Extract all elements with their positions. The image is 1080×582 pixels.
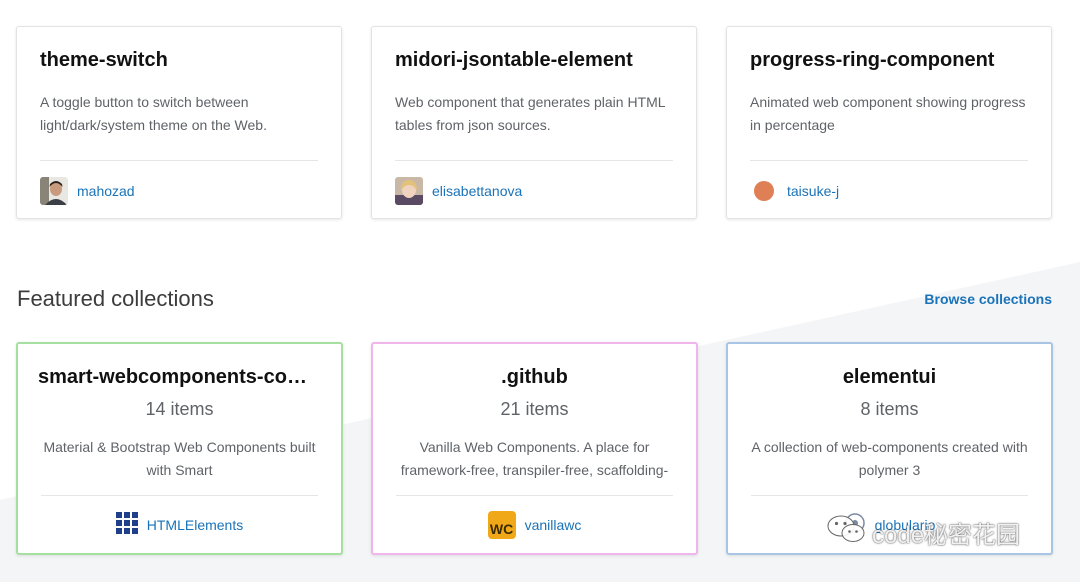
element-description: A toggle button to switch between light/… xyxy=(40,94,267,133)
wc-logo-icon: WC xyxy=(487,511,516,539)
element-card[interactable]: midori-jsontable-element Web component t… xyxy=(371,26,697,219)
author-name[interactable]: taisuke-j xyxy=(787,183,839,199)
collection-owner-link[interactable]: HTMLElements xyxy=(18,511,341,539)
element-description: Animated web component showing progress … xyxy=(750,94,1026,133)
wechat-icon xyxy=(826,514,868,551)
watermark: code秘密花园 xyxy=(826,514,1020,551)
card-divider xyxy=(750,160,1028,161)
element-title[interactable]: midori-jsontable-element xyxy=(395,49,676,72)
card-divider xyxy=(396,495,673,496)
element-title[interactable]: theme-switch xyxy=(40,49,321,72)
element-title[interactable]: progress-ring-component xyxy=(750,49,1031,72)
collection-description: Vanilla Web Components. A place for fram… xyxy=(400,439,669,478)
collection-owner-name[interactable]: HTMLElements xyxy=(147,517,243,533)
collection-title[interactable]: elementui xyxy=(748,366,1031,389)
card-divider xyxy=(395,160,673,161)
collection-owner-link[interactable]: WC vanillawc xyxy=(373,511,696,539)
collection-item-count: 8 items xyxy=(860,399,919,419)
collection-description: Material & Bootstrap Web Components buil… xyxy=(43,439,316,478)
watermark-text: code秘密花园 xyxy=(872,522,1021,549)
card-divider xyxy=(41,495,318,496)
author-link[interactable]: elisabettanova xyxy=(395,177,522,205)
grid-icon xyxy=(115,511,138,539)
collection-card[interactable]: smart-webcomponents-com… 14 items Materi… xyxy=(16,342,343,555)
collection-owner-name[interactable]: vanillawc xyxy=(525,517,582,533)
collection-description: A collection of web-components created w… xyxy=(751,439,1028,478)
photo-avatar-dark-icon xyxy=(40,177,68,205)
author-link[interactable]: taisuke-j xyxy=(750,177,839,205)
card-divider xyxy=(751,495,1028,496)
orange-circle-avatar-icon xyxy=(750,177,778,205)
collection-item-count: 14 items xyxy=(145,399,214,419)
element-card[interactable]: theme-switch A toggle button to switch b… xyxy=(16,26,342,219)
author-name[interactable]: elisabettanova xyxy=(432,183,522,199)
collection-title[interactable]: smart-webcomponents-com… xyxy=(38,366,321,389)
collection-title[interactable]: .github xyxy=(393,366,676,389)
collection-item-count: 21 items xyxy=(500,399,569,419)
collection-card[interactable]: .github 21 items Vanilla Web Components.… xyxy=(371,342,698,555)
card-divider xyxy=(40,160,318,161)
element-card[interactable]: progress-ring-component Animated web com… xyxy=(726,26,1052,219)
author-name[interactable]: mahozad xyxy=(77,183,135,199)
author-link[interactable]: mahozad xyxy=(40,177,135,205)
browse-collections-link[interactable]: Browse collections xyxy=(924,291,1052,307)
element-description: Web component that generates plain HTML … xyxy=(395,94,666,133)
section-title: Featured collections xyxy=(17,286,214,311)
photo-avatar-light-icon xyxy=(395,177,423,205)
